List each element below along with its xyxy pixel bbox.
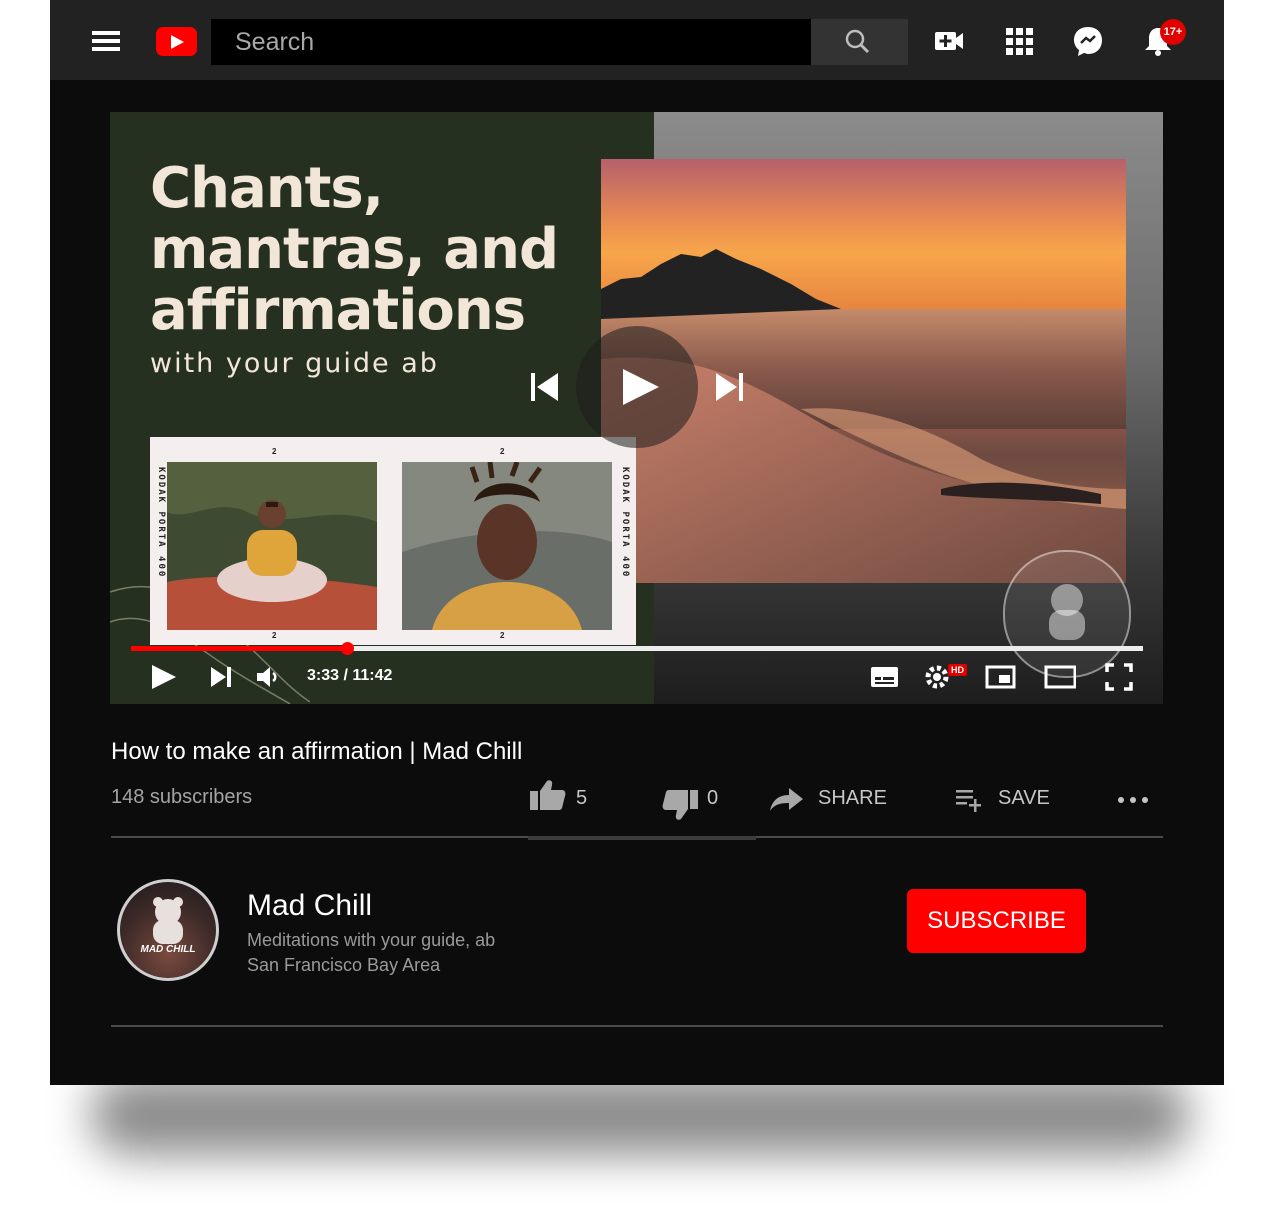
volume-icon[interactable] bbox=[254, 662, 286, 692]
top-bar: 17+ bbox=[50, 0, 1224, 80]
add-to-playlist-icon bbox=[956, 790, 981, 812]
progress-bar-played bbox=[131, 646, 347, 651]
fullscreen-icon[interactable] bbox=[1103, 662, 1135, 692]
channel-watermark[interactable] bbox=[1003, 550, 1131, 678]
previous-video-icon[interactable] bbox=[528, 370, 562, 404]
like-button[interactable]: 5 bbox=[529, 778, 609, 818]
thumbs-down-icon bbox=[662, 790, 698, 820]
theater-mode-icon[interactable] bbox=[1044, 662, 1076, 692]
next-video-icon[interactable] bbox=[712, 370, 746, 404]
dislike-button[interactable]: 0 bbox=[661, 778, 741, 820]
subscriber-count: 148 subscribers bbox=[111, 786, 253, 808]
like-ratio-bar bbox=[528, 836, 756, 840]
film-frame-number: 2 bbox=[272, 447, 277, 456]
create-video-icon[interactable] bbox=[932, 24, 966, 58]
share-arrow-icon bbox=[770, 788, 803, 811]
search-input[interactable] bbox=[211, 19, 811, 65]
next-icon[interactable] bbox=[206, 662, 238, 692]
notification-count-badge: 17+ bbox=[1160, 19, 1186, 45]
hd-badge: HD bbox=[948, 664, 967, 676]
dislike-count: 0 bbox=[707, 787, 719, 809]
miniplayer-icon[interactable] bbox=[984, 662, 1016, 692]
thumbs-up-icon bbox=[530, 780, 566, 810]
avatar-text: MAD CHILL bbox=[140, 944, 196, 955]
channel-name[interactable]: Mad Chill bbox=[247, 889, 372, 923]
messages-icon[interactable] bbox=[1071, 24, 1105, 58]
time-display: 3:33 / 11:42 bbox=[307, 667, 393, 684]
video-player[interactable]: Chants, mantras, and affirmations with y… bbox=[110, 112, 1163, 704]
film-label-right: KODAK PORTA 400 bbox=[620, 467, 630, 579]
youtube-logo[interactable] bbox=[156, 27, 197, 56]
share-label: SHARE bbox=[818, 787, 887, 809]
thumbnail-subtitle: with your guide ab bbox=[150, 348, 439, 379]
save-label: SAVE bbox=[998, 787, 1050, 809]
subtitles-icon[interactable] bbox=[868, 662, 900, 692]
search-icon bbox=[845, 29, 870, 54]
channel-description: Meditations with your guide, ab bbox=[247, 930, 496, 950]
drop-shadow bbox=[90, 1075, 1190, 1155]
portrait-photo bbox=[402, 462, 612, 630]
meditating-person-photo bbox=[167, 462, 377, 630]
subscribe-button[interactable]: SUBSCRIBE bbox=[907, 889, 1086, 953]
divider bbox=[111, 1025, 1163, 1027]
film-strip: KODAK PORTA 400 KODAK PORTA 400 2 2 2 2 bbox=[150, 437, 636, 645]
big-play-button[interactable] bbox=[576, 326, 698, 448]
more-options-icon[interactable] bbox=[1116, 794, 1150, 806]
progress-scrubber[interactable] bbox=[340, 642, 354, 655]
film-frame-number: 2 bbox=[272, 631, 277, 640]
save-button[interactable]: SAVE bbox=[955, 778, 1065, 818]
search-button[interactable] bbox=[811, 19, 908, 65]
play-icon[interactable] bbox=[148, 662, 180, 692]
film-frame-number: 2 bbox=[500, 447, 505, 456]
film-label-left: KODAK PORTA 400 bbox=[156, 467, 166, 579]
channel-avatar[interactable]: MAD CHILL bbox=[117, 879, 219, 981]
hamburger-menu-icon[interactable] bbox=[92, 31, 120, 51]
app-window: 17+ bbox=[50, 0, 1224, 1085]
film-frame-number: 2 bbox=[500, 631, 505, 640]
thumbnail-title: Chants, mantras, and affirmations bbox=[150, 156, 559, 343]
like-count: 5 bbox=[576, 787, 588, 809]
apps-grid-icon[interactable] bbox=[1002, 24, 1036, 58]
channel-location: San Francisco Bay Area bbox=[247, 955, 441, 975]
progress-bar[interactable] bbox=[131, 642, 1143, 655]
video-title: How to make an affirmation | Mad Chill bbox=[111, 738, 523, 765]
share-button[interactable]: SHARE bbox=[769, 778, 899, 818]
